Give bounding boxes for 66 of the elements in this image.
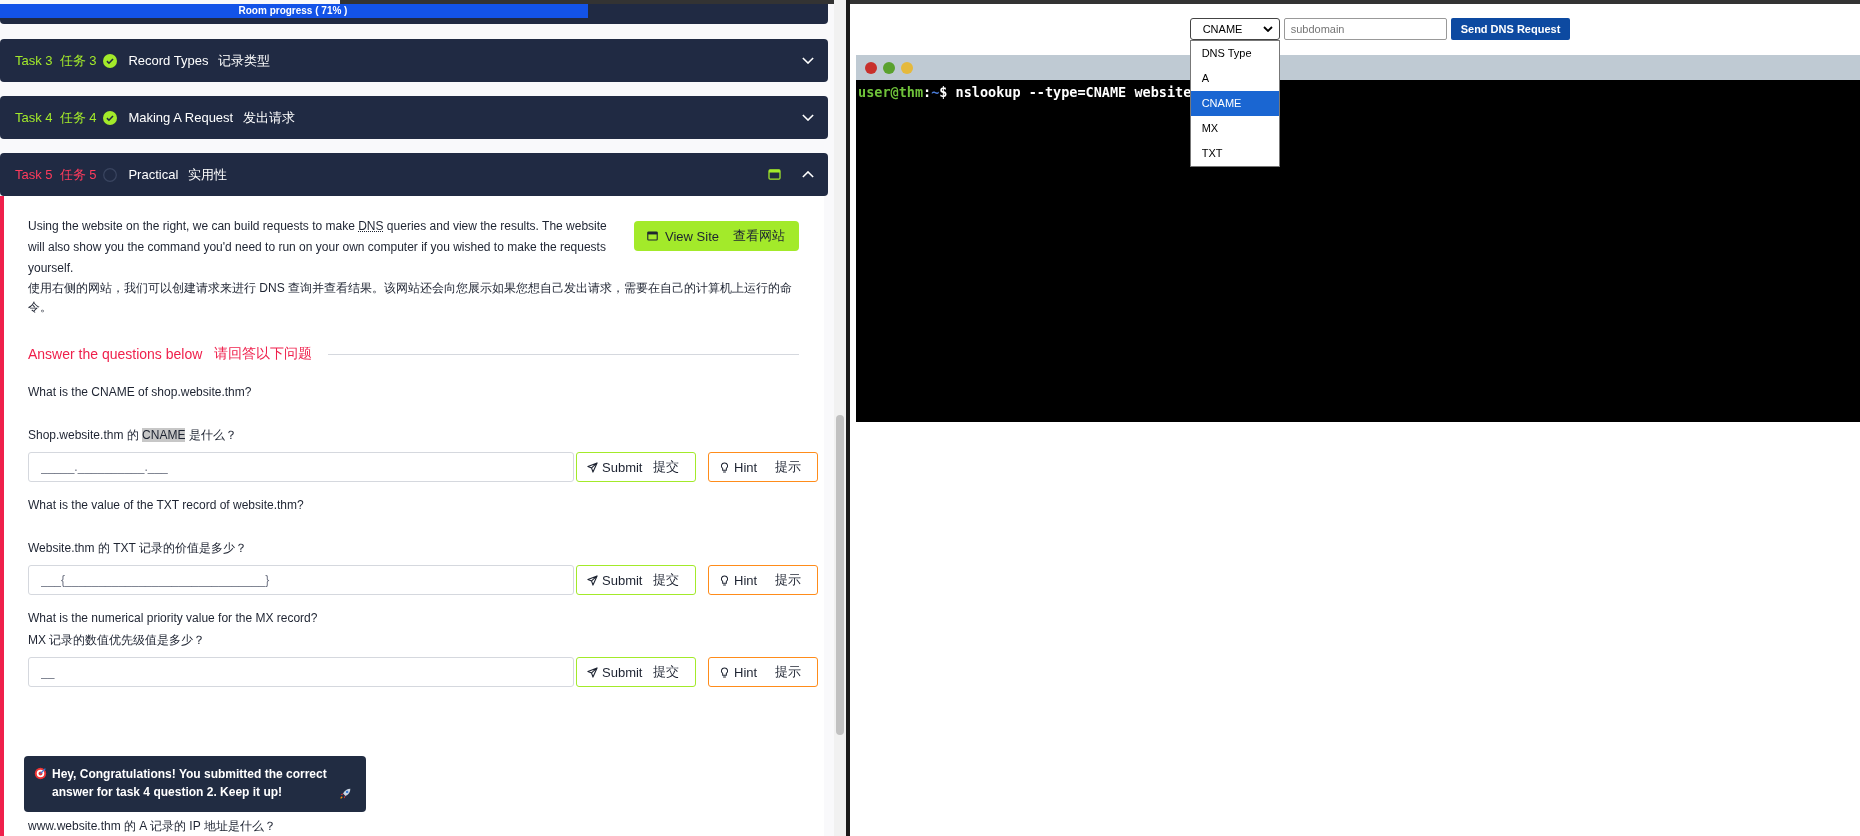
question-text: Website.thm 的 TXT 记录的价值是多少？ [28, 540, 248, 557]
dropdown-option[interactable]: CNAME [1190, 91, 1279, 116]
question-text: What is the value of the TXT record of website.thm? [28, 497, 305, 514]
task-header[interactable]: Task 3 任务 3 Record Types 记录类型 [0, 39, 828, 82]
question-text: MX 记录的数值优先级值是多少？ [28, 632, 207, 649]
task-header[interactable]: Task 5 任务 5 Practical 实用性 [0, 153, 828, 196]
task-number: 任务 5 [59, 165, 97, 184]
hint-button[interactable]: Hint 提示 [708, 452, 818, 482]
chevron-down-icon[interactable] [802, 57, 814, 64]
submit-button[interactable]: Submit 提交 [576, 657, 696, 687]
task-title: 实用性 [188, 165, 228, 184]
submit-button[interactable]: Submit 提交 [576, 452, 696, 482]
window-icon [647, 231, 659, 241]
task-number: 任务 4 [59, 108, 97, 127]
scrollbar-thumb[interactable] [836, 415, 844, 735]
send-icon [587, 574, 598, 586]
dropdown-option[interactable]: A [1190, 66, 1279, 91]
send-icon [587, 666, 598, 678]
answer-field[interactable]: __ [28, 657, 574, 687]
check-circle-icon [103, 53, 118, 68]
answer-field[interactable]: _____.__________.___ [28, 452, 574, 482]
window-controls-icon [864, 60, 914, 75]
question-text: What is the CNAME of shop.website.thm? [28, 384, 253, 401]
view-site-button[interactable]: View Site 查看网站 [634, 221, 799, 251]
progress-label: Room progress ( 71% ) [237, 5, 349, 17]
task-title: Practical [128, 167, 179, 182]
dropdown-option[interactable]: MX [1190, 116, 1279, 141]
target-icon [34, 767, 47, 780]
terminal-line: user@thm:~$ nslookup --type=CNAME website [858, 84, 1193, 100]
dns-type-select[interactable]: CNAME [1189, 18, 1280, 40]
lightbulb-icon [719, 574, 730, 586]
question-text: www.website.thm 的 A 记录的 IP 地址是什么？ [28, 819, 276, 834]
send-button[interactable]: Send DNS Request [1450, 18, 1571, 40]
rocket-icon [339, 787, 352, 800]
task-number: Task 4 [15, 110, 53, 125]
hint-button[interactable]: Hint 提示 [708, 565, 818, 595]
task-title: Record Types [128, 53, 209, 68]
send-icon [587, 461, 598, 473]
lightbulb-icon [719, 461, 730, 473]
window-icon[interactable] [768, 169, 781, 180]
section-heading: 请回答以下问题 [214, 345, 313, 363]
subdomain-field[interactable]: subdomain [1283, 18, 1447, 40]
toast-message: Hey, Congratulations! You submitted the correct answer for task 4 question 2. Keep it up! [52, 766, 328, 801]
chevron-down-icon[interactable] [802, 114, 814, 121]
task-title: 发出请求 [243, 108, 296, 127]
task-paragraph: Using the website on the right, we can build requests to make DNS queries and view the results. The website will also show you the command you'd need to run on your own computer if you wished to make the requests yourself. [28, 218, 608, 277]
check-circle-icon [103, 110, 118, 125]
submit-button[interactable]: Submit 提交 [576, 565, 696, 595]
chevron-up-icon[interactable] [802, 171, 814, 178]
task-number: 任务 3 [59, 51, 97, 70]
task-number: Task 3 [15, 53, 53, 68]
task-title: 记录类型 [218, 51, 271, 70]
answer-field[interactable]: ___{______________________________} [28, 565, 574, 595]
section-heading: Answer the questions below [28, 346, 203, 362]
lightbulb-icon [719, 666, 730, 678]
task-paragraph: 使用右侧的网站，我们可以创建请求来进行 DNS 查询并查看结果。该网站还会向您展示如果您想自己发出请求，需要在自己的计算机上运行的命令。 [28, 280, 793, 316]
question-text: Shop.website.thm 的 CNAME 是什么？ [28, 427, 238, 444]
dropdown-option[interactable]: TXT [1190, 141, 1279, 166]
dropdown-option[interactable]: DNS Type [1190, 41, 1279, 66]
circle-icon [103, 167, 118, 182]
task-header[interactable]: Task 4 任务 4 Making A Request 发出请求 [0, 96, 828, 139]
question-text: What is the numerical priority value for the MX record? [28, 610, 319, 627]
chevron-down-icon [1262, 26, 1273, 32]
task-number: Task 5 [15, 167, 53, 182]
task-title: Making A Request [128, 110, 234, 125]
hint-button[interactable]: Hint 提示 [708, 657, 818, 687]
